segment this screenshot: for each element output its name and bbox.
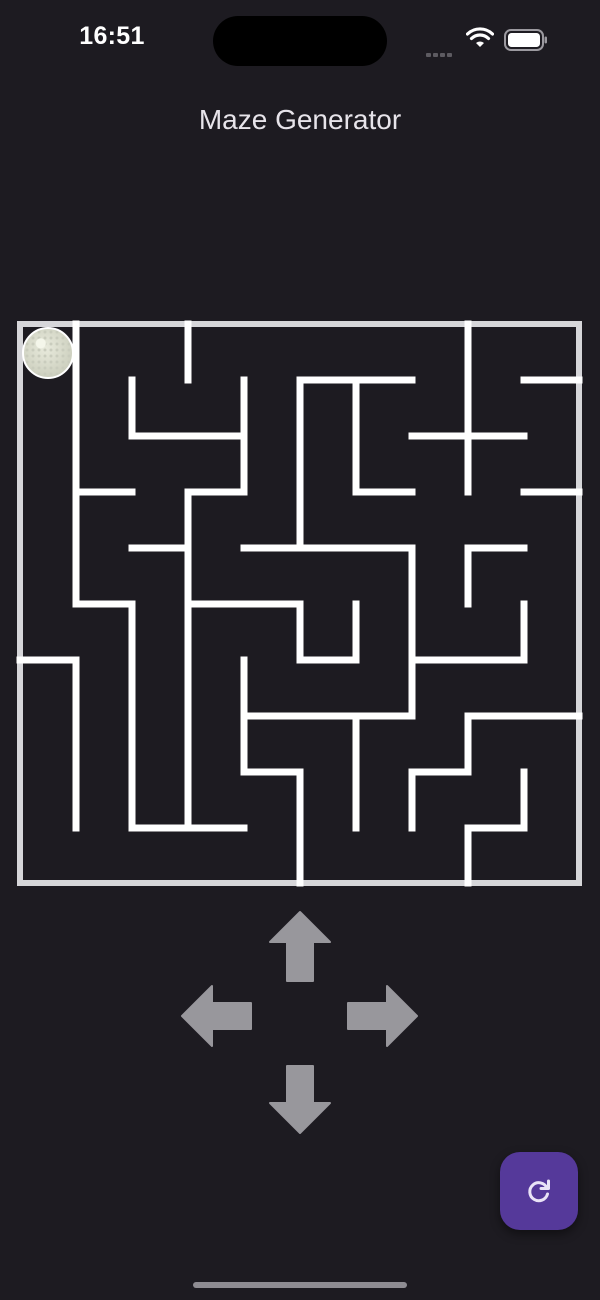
move-right-button[interactable] xyxy=(344,976,424,1056)
move-left-button[interactable] xyxy=(175,976,255,1056)
dynamic-island xyxy=(213,16,387,66)
wifi-icon xyxy=(465,27,495,54)
arrow-left-icon xyxy=(181,985,252,1047)
battery-icon xyxy=(504,29,548,56)
move-down-button[interactable] xyxy=(260,1060,340,1140)
cellular-dots-icon xyxy=(426,44,454,62)
arrow-down-icon xyxy=(269,1065,331,1134)
golf-ball-icon xyxy=(22,327,74,379)
maze-board xyxy=(17,321,584,888)
status-time: 16:51 xyxy=(79,22,145,50)
maze-screen: 16:51 Maze Generator xyxy=(0,0,600,1300)
refresh-icon xyxy=(528,1179,550,1203)
arrow-up-icon xyxy=(269,911,331,982)
move-up-button[interactable] xyxy=(260,905,340,985)
page-title: Maze Generator xyxy=(198,104,402,135)
regenerate-maze-button[interactable] xyxy=(500,1152,578,1230)
home-indicator[interactable] xyxy=(193,1282,407,1288)
arrow-right-icon xyxy=(347,985,418,1047)
